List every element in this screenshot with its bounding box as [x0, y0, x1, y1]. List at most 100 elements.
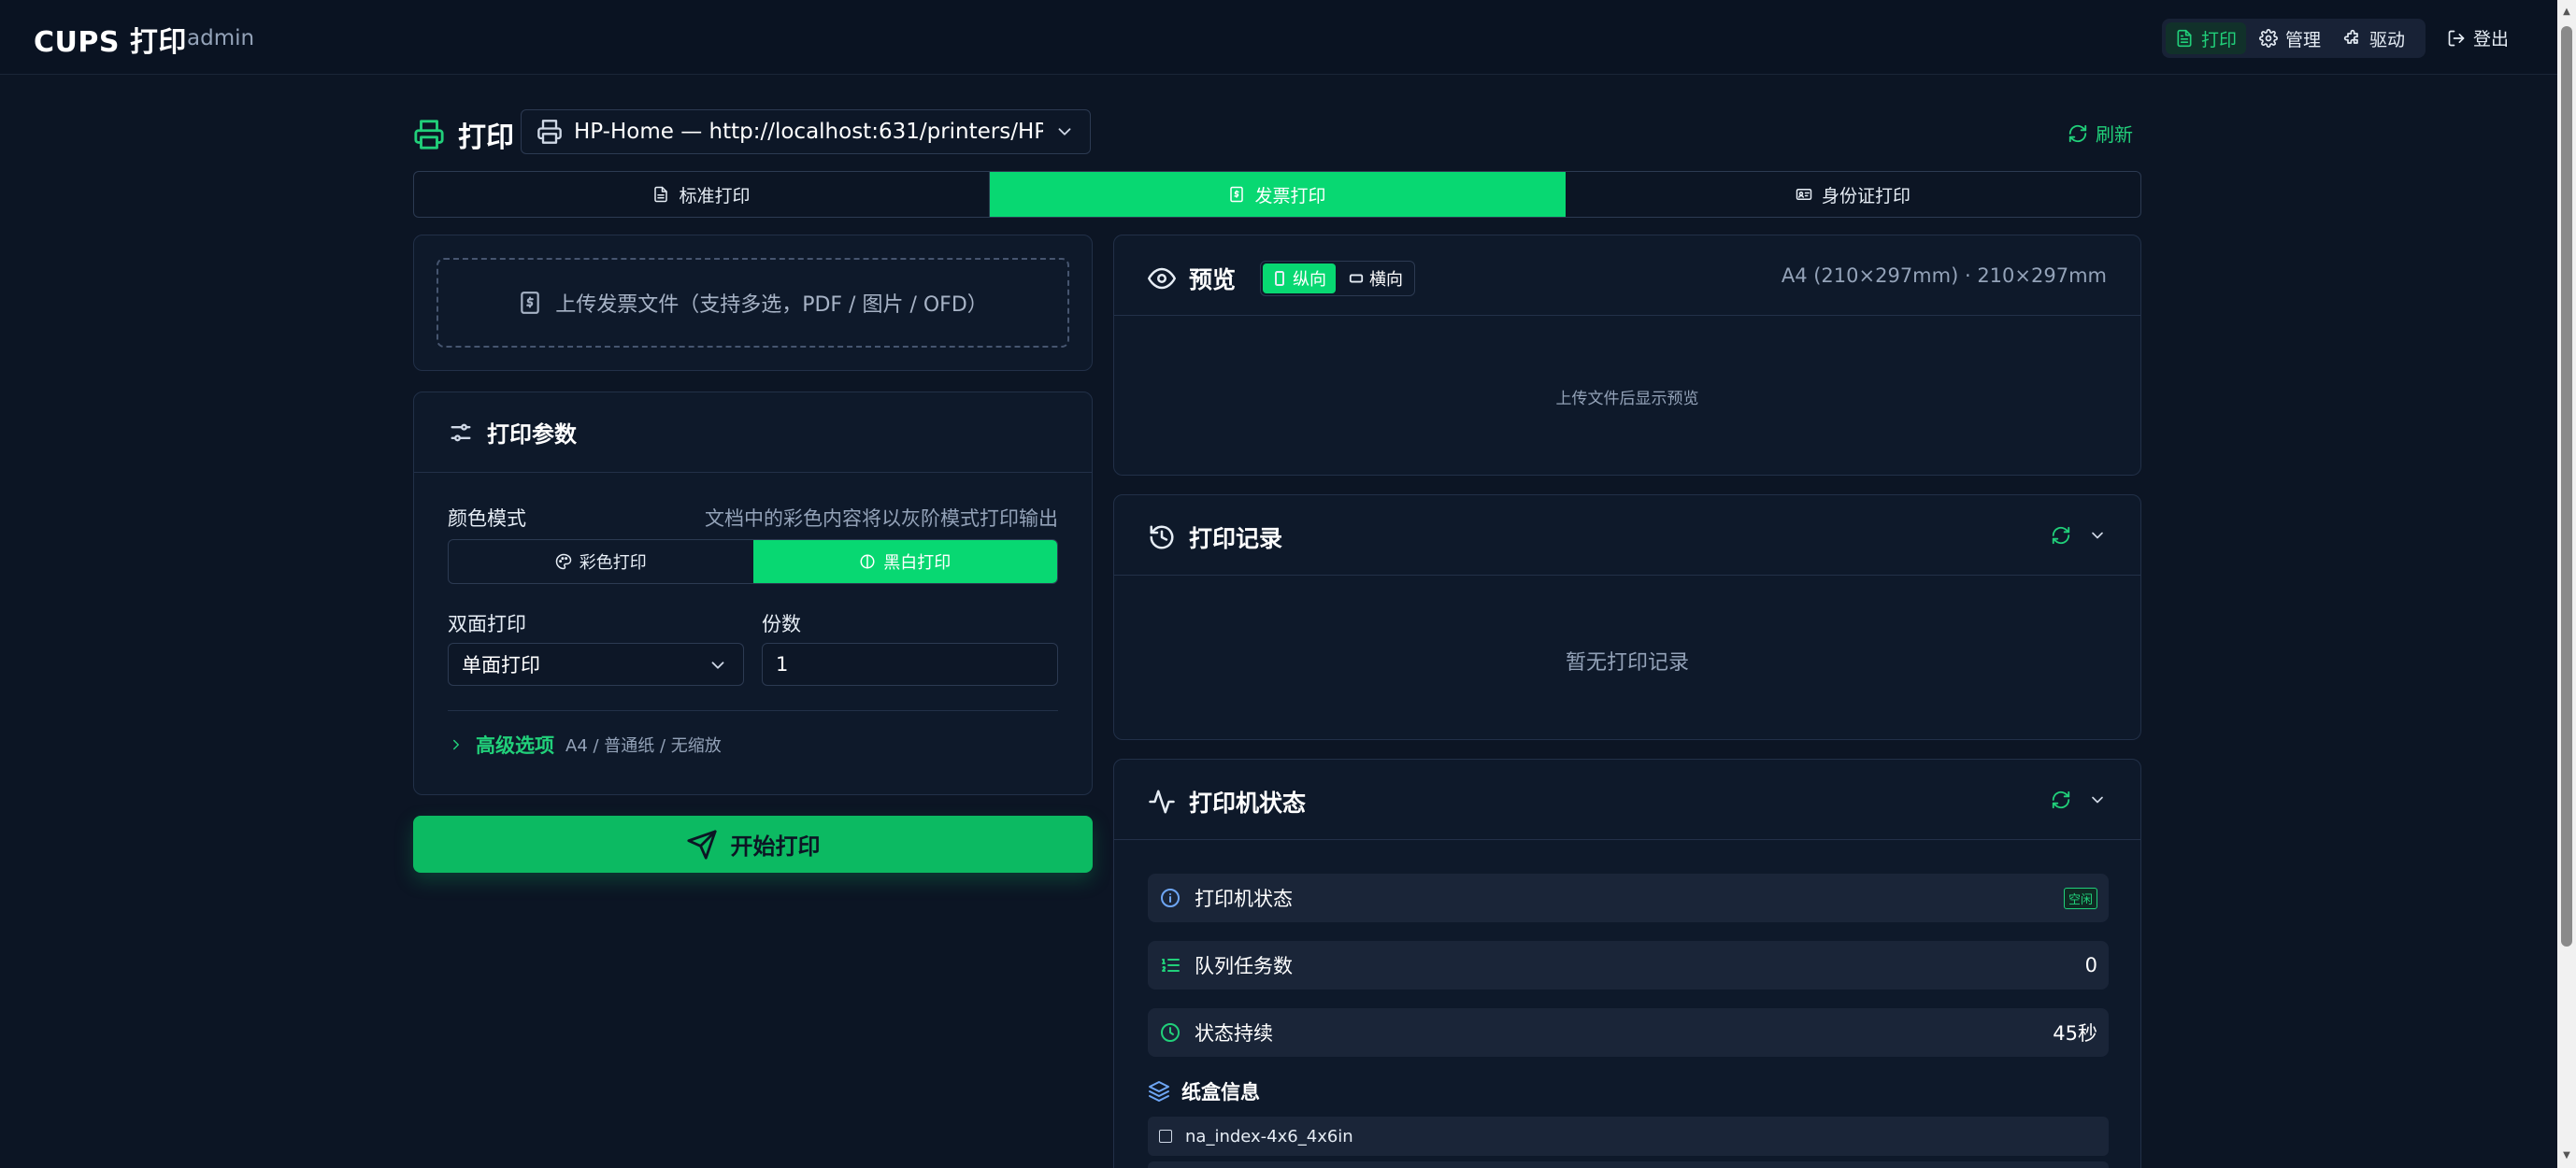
duplex-select[interactable]: 单面打印 — [448, 643, 744, 686]
refresh-history-icon[interactable] — [2051, 525, 2071, 546]
print-history-card: 打印记录 暂无打印记录 — [1113, 494, 2141, 740]
contrast-icon — [859, 553, 876, 570]
divider — [448, 710, 1058, 711]
portrait-label: 纵向 — [1293, 270, 1327, 290]
print-mode-tabs: 标准打印 发票打印 身份证打印 — [413, 171, 2141, 218]
color-mode-label: 颜色模式 — [448, 507, 526, 530]
history-empty-text: 暂无打印记录 — [1565, 651, 1689, 675]
chevron-right-icon — [448, 736, 465, 753]
upload-label: 上传发票文件（支持多选，PDF / 图片 / OFD） — [555, 293, 988, 317]
copies-label: 份数 — [762, 613, 801, 635]
nav-manage-button[interactable]: 管理 — [2250, 22, 2330, 54]
status-row-queue-count: 队列任务数 0 — [1148, 941, 2109, 990]
color-mode-toggle: 彩色打印 黑白打印 — [448, 539, 1058, 584]
tab-standard-print[interactable]: 标准打印 — [414, 172, 990, 217]
status-row-value: 0 — [2084, 954, 2097, 976]
nav-driver-button[interactable]: 驱动 — [2334, 22, 2414, 54]
chevron-down-icon[interactable] — [2088, 791, 2107, 809]
landscape-button[interactable]: 横向 — [1339, 264, 1412, 293]
history-icon — [1148, 523, 1176, 551]
status-row-label: 打印机状态 — [1195, 888, 1293, 910]
preview-title: 预览 — [1189, 266, 1237, 293]
portrait-button[interactable]: 纵向 — [1263, 264, 1337, 293]
status-row-duration: 状态持续 45秒 — [1148, 1008, 2109, 1057]
invoice-icon — [518, 291, 542, 315]
status-badge: 空闲 — [2063, 887, 2097, 909]
current-user: admin — [187, 26, 255, 50]
clock-icon — [1159, 1021, 1181, 1044]
copies-input-value: 1 — [776, 653, 789, 676]
tray-item-label: na_index-4x6_4x6in — [1185, 1126, 1353, 1147]
nav-print-button[interactable]: 打印 — [2166, 22, 2247, 54]
start-print-label: 开始打印 — [730, 833, 821, 860]
tab-invoice-print[interactable]: 发票打印 — [990, 172, 1566, 217]
document-icon — [652, 186, 669, 203]
tab-id-card-print[interactable]: 身份证打印 — [1566, 172, 2140, 217]
scroll-down-arrow-icon[interactable]: ▼ — [2561, 1149, 2572, 1162]
nav-manage-label: 管理 — [2285, 29, 2322, 50]
copies-input[interactable]: 1 — [762, 643, 1058, 686]
tray-info-title: 纸盒信息 — [1181, 1081, 1260, 1104]
scrollbar-thumb[interactable] — [2561, 26, 2572, 947]
status-row-value: 45秒 — [2053, 1022, 2097, 1045]
status-row-label: 队列任务数 — [1195, 955, 1293, 977]
orientation-toggle: 纵向 横向 — [1260, 261, 1416, 296]
advanced-options-toggle[interactable]: 高级选项 A4 / 普通纸 / 无缩放 — [448, 731, 722, 759]
send-icon — [686, 829, 718, 861]
app-title: CUPS 打印 — [34, 26, 187, 59]
list-ordered-icon — [1159, 954, 1181, 976]
print-params-card: 打印参数 颜色模式 文档中的彩色内容将以灰阶模式打印输出 彩色打印 黑白打印 双… — [413, 392, 1093, 795]
preview-card: 预览 纵向 横向 A4 (210×297mm) · 210×297mm 上传文件… — [1113, 235, 2141, 476]
landscape-label: 横向 — [1369, 270, 1404, 290]
landscape-icon — [1349, 270, 1364, 287]
refresh-icon — [2068, 123, 2088, 144]
printer-status-title: 打印机状态 — [1189, 790, 1307, 817]
start-print-button[interactable]: 开始打印 — [413, 816, 1093, 873]
info-icon — [1159, 887, 1181, 909]
portrait-icon — [1272, 270, 1287, 287]
tab-standard-print-label: 标准打印 — [679, 185, 751, 207]
mono-print-option[interactable]: 黑白打印 — [752, 540, 1057, 583]
refresh-status-icon[interactable] — [2051, 790, 2071, 810]
main-nav: 打印 管理 驱动 — [2162, 19, 2426, 58]
tray-square-icon — [1159, 1130, 1172, 1143]
invoice-upload-dropzone[interactable]: 上传发票文件（支持多选，PDF / 图片 / OFD） — [436, 258, 1069, 348]
nav-print-label: 打印 — [2201, 29, 2238, 50]
color-print-option[interactable]: 彩色打印 — [449, 540, 753, 583]
advanced-options-summary: A4 / 普通纸 / 无缩放 — [565, 736, 722, 756]
palette-icon — [555, 553, 572, 570]
chevron-down-icon — [1054, 121, 1075, 142]
print-history-header: 打印记录 — [1114, 495, 2140, 576]
tab-invoice-print-label: 发票打印 — [1254, 185, 1326, 207]
print-params-title: 打印参数 — [487, 421, 577, 448]
chevron-down-icon[interactable] — [2088, 526, 2107, 545]
printer-icon — [537, 119, 563, 145]
scroll-up-arrow-icon[interactable]: ▲ — [2561, 6, 2572, 19]
print-params-header: 打印参数 — [414, 392, 1092, 473]
puzzle-icon — [2343, 29, 2362, 48]
printer-select-value: HP-Home — http://localhost:631/printers/… — [574, 120, 1043, 144]
tab-id-card-print-label: 身份证打印 — [1821, 185, 1911, 207]
preview-empty-text: 上传文件后显示预览 — [1555, 390, 1699, 408]
refresh-button[interactable]: 刷新 — [2068, 120, 2133, 147]
print-title: 打印 — [458, 121, 514, 154]
print-heading: 打印 — [413, 114, 514, 155]
mono-print-label: 黑白打印 — [883, 553, 952, 573]
logout-button[interactable]: 登出 — [2447, 25, 2509, 50]
print-history-title: 打印记录 — [1189, 525, 1283, 552]
eye-icon — [1148, 264, 1176, 292]
logout-icon — [2447, 29, 2466, 48]
printer-status-header: 打印机状态 — [1114, 760, 2140, 840]
printer-icon — [413, 119, 445, 150]
top-bar: CUPS 打印 admin 打印 管理 驱动 登出 — [0, 0, 2557, 75]
chevron-down-icon — [708, 655, 728, 676]
file-text-icon — [2175, 29, 2194, 48]
printer-select[interactable]: HP-Home — http://localhost:631/printers/… — [521, 109, 1091, 154]
advanced-options-label: 高级选项 — [476, 734, 554, 757]
tray-item — [1148, 1161, 2109, 1168]
duplex-label: 双面打印 — [448, 613, 526, 635]
gear-icon — [2259, 29, 2278, 48]
color-mode-hint: 文档中的彩色内容将以灰阶模式打印输出 — [705, 507, 1058, 530]
nav-driver-label: 驱动 — [2369, 29, 2406, 50]
duplex-select-value: 单面打印 — [462, 654, 540, 677]
